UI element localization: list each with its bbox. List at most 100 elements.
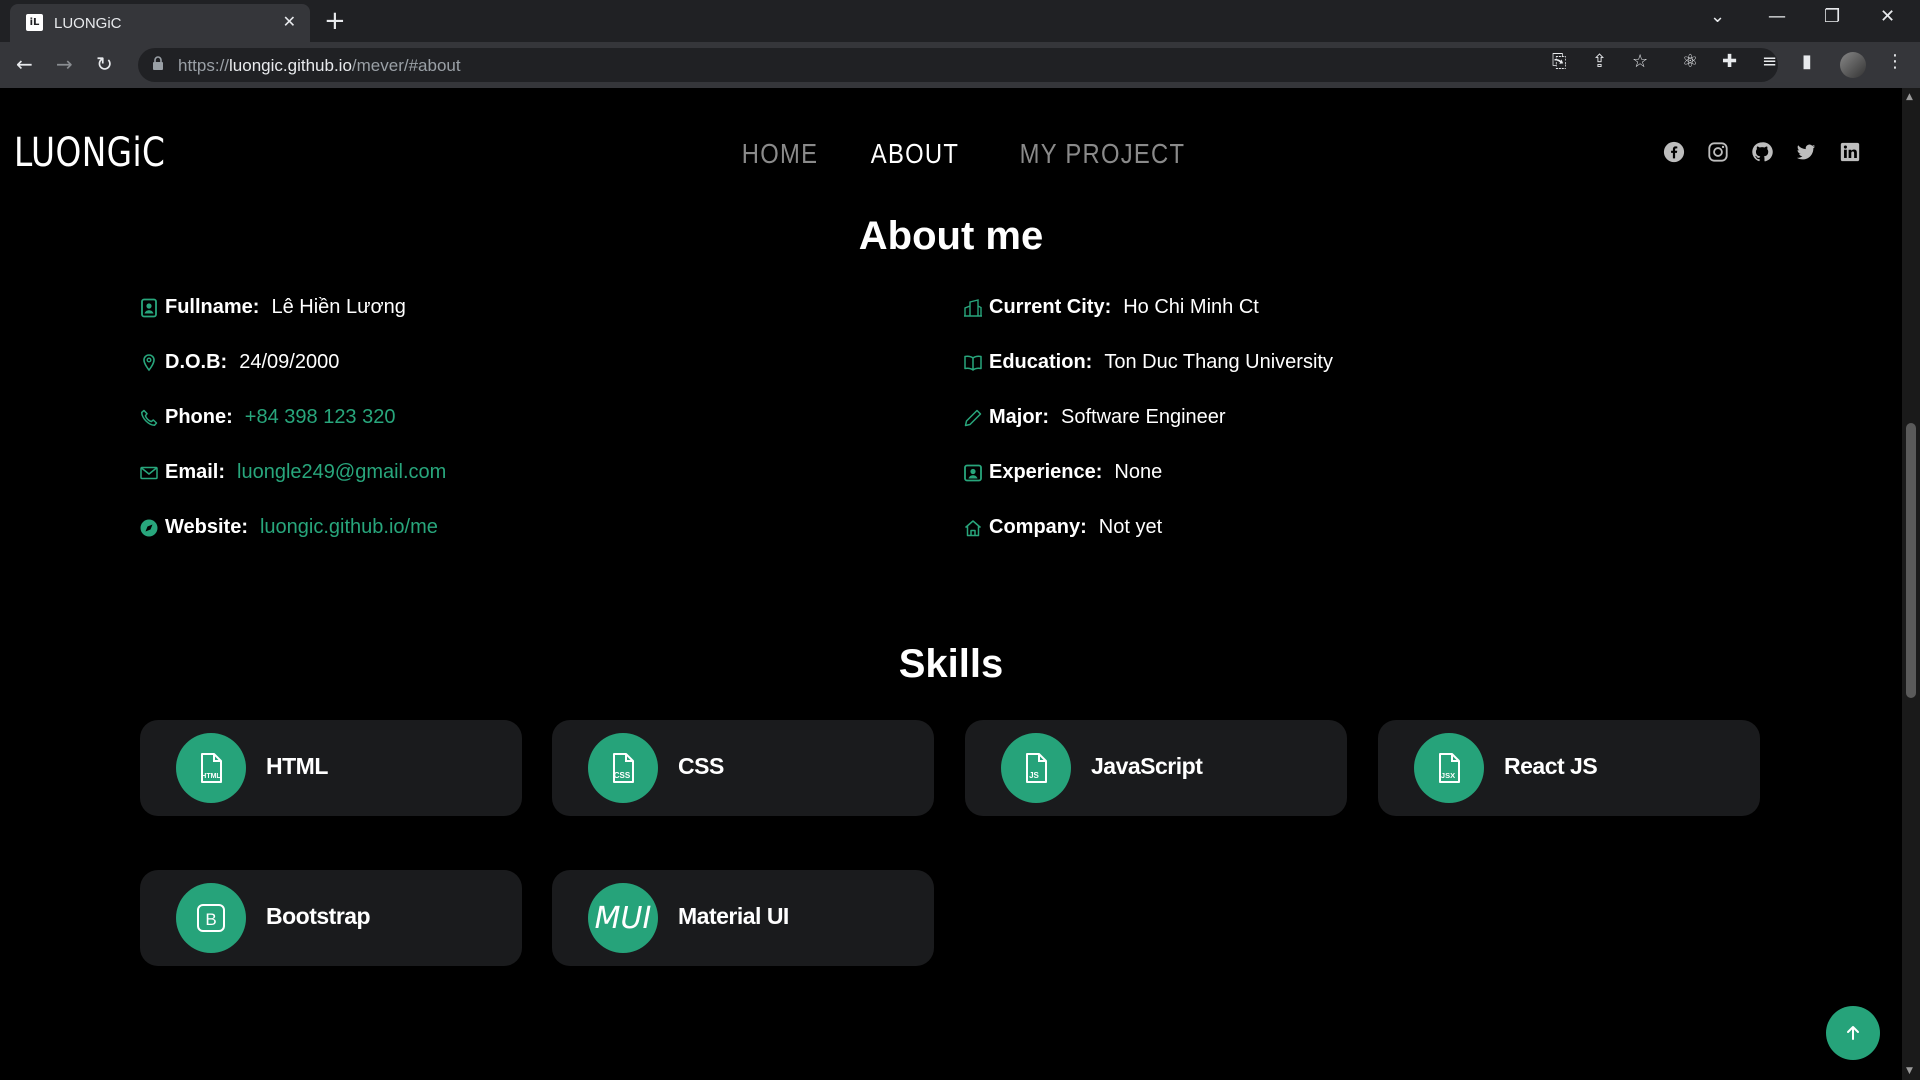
url-host: luongic.github.io	[229, 56, 352, 75]
file-js-icon: JS	[1001, 733, 1071, 803]
address-bar[interactable]: https://luongic.github.io/mever/#about	[138, 48, 1778, 82]
info-major: Major: Software Engineer	[963, 406, 1226, 429]
facebook-icon[interactable]	[1662, 140, 1686, 164]
info-current-city: Current City: Ho Chi Minh Ct	[963, 296, 1259, 319]
scroll-thumb[interactable]	[1906, 423, 1916, 698]
scroll-to-top-button[interactable]	[1826, 1006, 1880, 1060]
linkedin-icon[interactable]	[1838, 140, 1862, 164]
social-links	[1662, 140, 1862, 164]
buildings-icon	[963, 298, 983, 318]
info-email: Email: luongle249@gmail.com	[139, 461, 446, 484]
skill-name-css: CSS	[678, 753, 724, 779]
share-icon[interactable]: ⇪	[1592, 51, 1607, 72]
close-window-button[interactable]: ✕	[1880, 6, 1895, 27]
html-badge-text: HTML	[201, 773, 221, 780]
skill-name-react: React JS	[1504, 753, 1598, 779]
nav-about[interactable]: ABOUT	[871, 138, 959, 170]
info-website: Website: luongic.github.io/me	[139, 516, 438, 539]
page-scrollbar[interactable]: ▲ ▼	[1902, 88, 1920, 1080]
info-dob: D.O.B: 24/09/2000	[139, 351, 339, 374]
skills-title: Skills	[898, 642, 1004, 686]
company-label: Company:	[989, 516, 1087, 538]
twitter-icon[interactable]	[1794, 140, 1818, 164]
skill-name-bootstrap: Bootstrap	[266, 903, 371, 929]
book-icon	[963, 353, 983, 373]
file-jsx-icon: JSX	[1414, 733, 1484, 803]
js-badge-text: JS	[1029, 771, 1039, 780]
info-company: Company: Not yet	[963, 516, 1162, 539]
browser-toolbar: ← → ↻ https://luongic.github.io/mever/#a…	[0, 42, 1920, 88]
tab-search-icon[interactable]: ⌄	[1710, 6, 1725, 27]
translate-icon[interactable]: ⎘	[1552, 51, 1566, 72]
react-devtools-icon[interactable]: ⚛	[1682, 51, 1698, 72]
url-text[interactable]: https://luongic.github.io/mever/#about	[178, 56, 461, 76]
file-html-icon: HTML	[176, 733, 246, 803]
reload-button[interactable]: ↻	[96, 52, 113, 76]
minimize-button[interactable]: —	[1768, 6, 1786, 27]
menu-icon[interactable]: ⋮	[1886, 51, 1904, 72]
bootstrap-badge-text: B	[205, 910, 216, 929]
restore-button[interactable]: ❐	[1824, 6, 1840, 27]
back-button[interactable]: ←	[16, 52, 33, 76]
lock-icon	[153, 56, 163, 70]
url-scheme: https://	[178, 56, 230, 75]
site-logo[interactable]: LUONGiC	[14, 130, 165, 176]
favicon-icon: iL	[26, 14, 43, 31]
education-value: Ton Duc Thang University	[1104, 351, 1333, 373]
info-experience: Experience: None	[963, 461, 1162, 484]
scroll-up-arrow-icon[interactable]: ▲	[1906, 92, 1913, 102]
css-badge-text: CSS	[614, 771, 631, 780]
skill-card-material-ui: MUI Material UI	[552, 870, 934, 966]
company-value: Not yet	[1098, 516, 1163, 538]
media-icon[interactable]: ≡	[1762, 51, 1777, 72]
github-icon[interactable]	[1750, 140, 1774, 164]
skill-card-html: HTML HTML	[140, 720, 522, 816]
education-label: Education:	[989, 351, 1093, 373]
pencil-icon	[963, 408, 983, 428]
skill-card-css: CSS CSS	[552, 720, 934, 816]
major-value: Software Engineer	[1061, 406, 1226, 428]
mui-badge-text: MUI	[594, 900, 652, 936]
skill-name-html: HTML	[266, 753, 328, 779]
extensions-icon[interactable]: ✚	[1722, 51, 1737, 72]
dob-value: 24/09/2000	[239, 351, 340, 373]
fullname-value: Lê Hiền Lương	[271, 296, 406, 318]
bootstrap-icon: B	[176, 883, 246, 953]
main-nav: HOME ABOUT MY PROJECT	[735, 138, 1200, 170]
nav-home[interactable]: HOME	[742, 138, 819, 170]
skill-card-javascript: JS JavaScript	[965, 720, 1347, 816]
file-css-icon: CSS	[588, 733, 658, 803]
instagram-icon[interactable]	[1706, 140, 1730, 164]
profile-avatar[interactable]	[1840, 52, 1866, 78]
browser-tab-bar: iL LUONGiC ✕ + ⌄ — ❐ ✕	[0, 0, 1920, 42]
city-value: Ho Chi Minh Ct	[1123, 296, 1259, 318]
new-tab-button[interactable]: +	[324, 6, 346, 36]
mui-icon: MUI	[588, 883, 658, 953]
phone-label: Phone:	[165, 406, 233, 428]
experience-value: None	[1114, 461, 1163, 483]
jsx-badge-text: JSX	[1441, 771, 1455, 780]
url-path: /mever/#about	[351, 56, 461, 75]
person-badge-icon	[963, 463, 983, 483]
compass-icon	[139, 518, 159, 538]
bookmark-star-icon[interactable]: ☆	[1632, 51, 1648, 72]
website-link[interactable]: luongic.github.io/me	[260, 516, 438, 539]
dob-label: D.O.B:	[165, 351, 228, 373]
about-title: About me	[858, 214, 1044, 258]
skill-card-bootstrap: B Bootstrap	[140, 870, 522, 966]
info-fullname: Fullname: Lê Hiền Lương	[139, 296, 406, 319]
phone-link[interactable]: +84 398 123 320	[245, 406, 396, 429]
scroll-down-arrow-icon[interactable]: ▼	[1906, 1066, 1913, 1076]
nav-my-project[interactable]: MY PROJECT	[1020, 138, 1186, 170]
envelope-icon	[139, 463, 159, 483]
person-badge-icon	[139, 298, 159, 318]
email-link[interactable]: luongle249@gmail.com	[237, 461, 446, 484]
page-content: LUONGiC HOME ABOUT MY PROJECT About me F…	[0, 88, 1902, 1080]
skill-name-javascript: JavaScript	[1091, 753, 1203, 779]
info-phone: Phone: +84 398 123 320	[139, 406, 395, 429]
info-education: Education: Ton Duc Thang University	[963, 351, 1333, 374]
tab-close-icon[interactable]: ✕	[283, 12, 296, 31]
browser-tab[interactable]: iL LUONGiC ✕	[10, 4, 310, 42]
side-panel-icon[interactable]: ▮	[1802, 51, 1812, 72]
forward-button[interactable]: →	[56, 52, 73, 76]
